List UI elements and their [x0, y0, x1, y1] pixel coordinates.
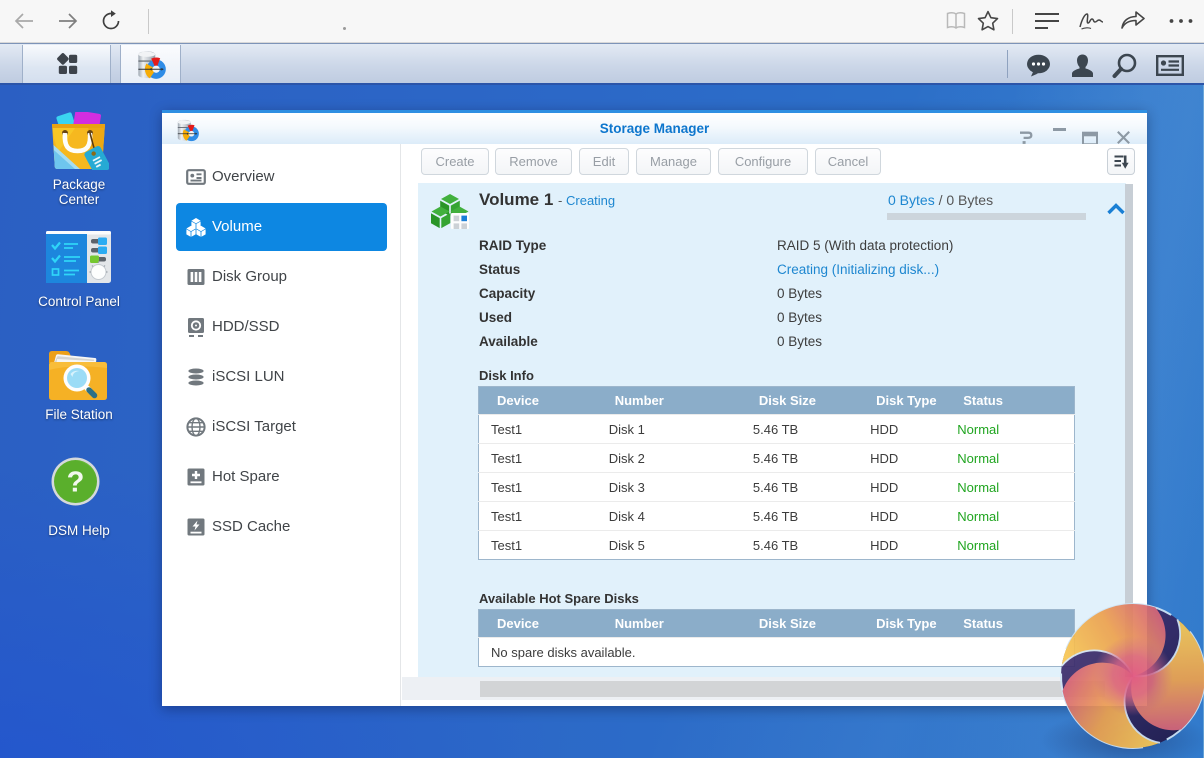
svg-text:?: ?	[67, 467, 85, 499]
